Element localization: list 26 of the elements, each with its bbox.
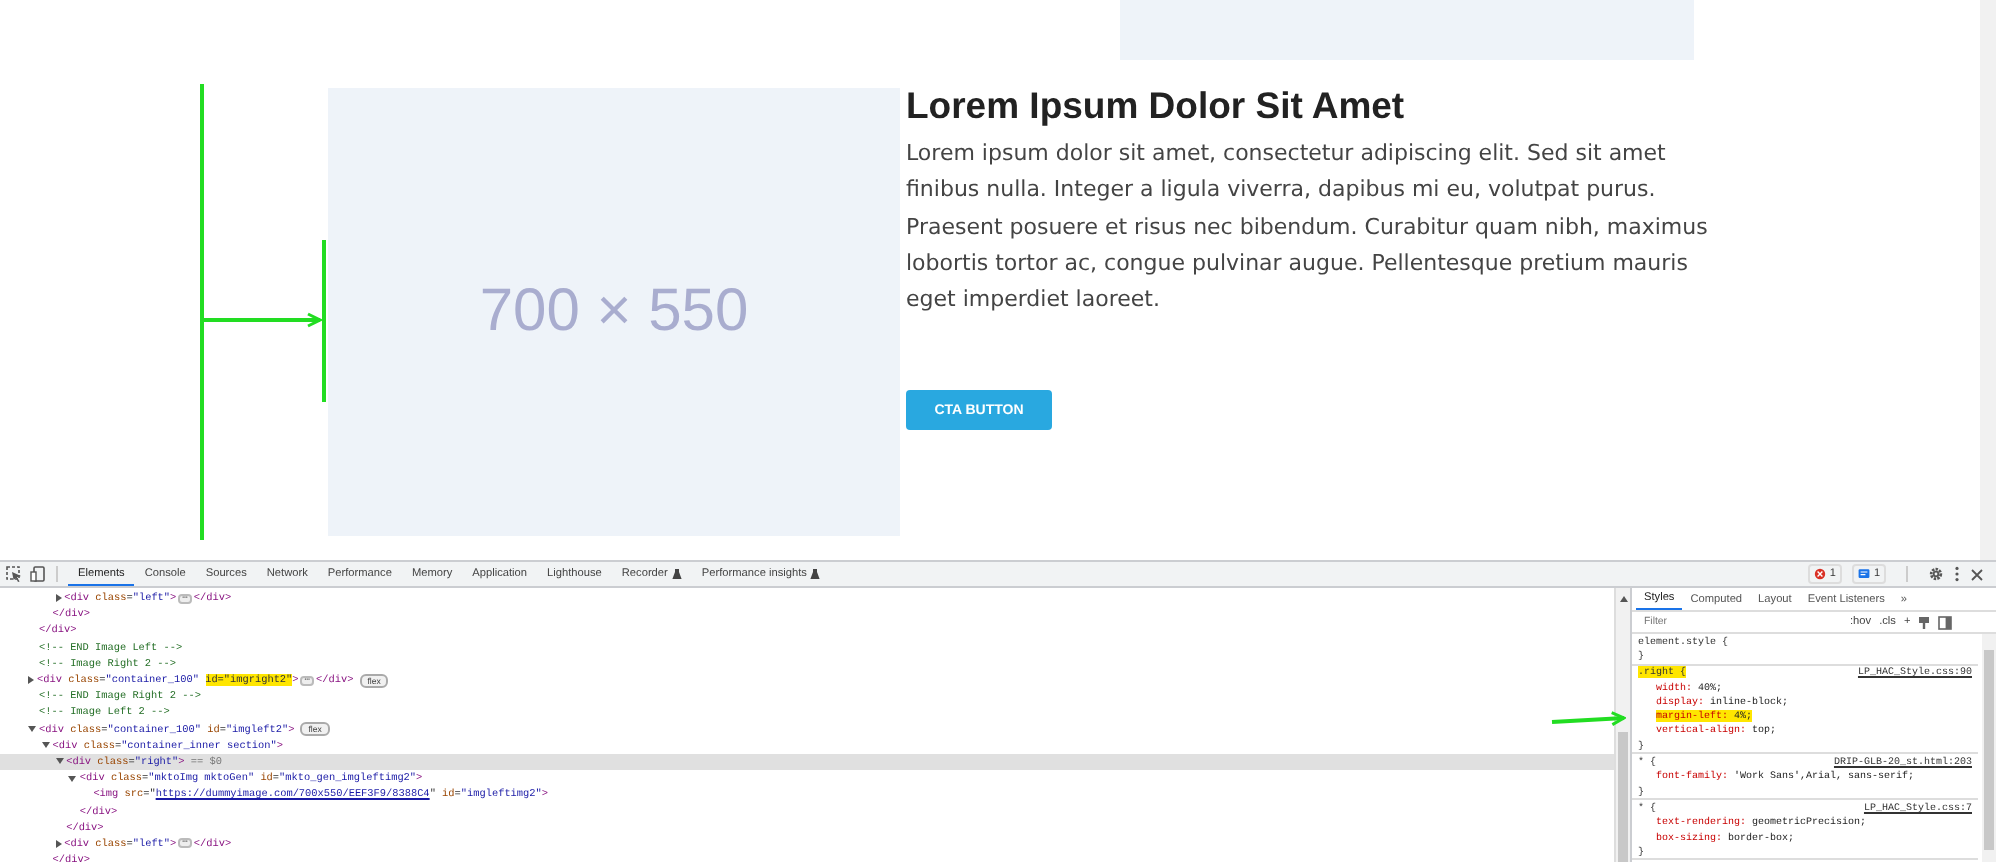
sidebar-icon[interactable] (1938, 615, 1953, 629)
more-options-icon[interactable] (1954, 566, 1960, 582)
inspect-icon[interactable] (6, 566, 22, 582)
paint-icon[interactable] (1918, 615, 1931, 629)
settings-icon[interactable] (1928, 566, 1944, 582)
error-icon[interactable] (1813, 568, 1826, 580)
message-icon[interactable] (1857, 568, 1870, 580)
expand-arrow-icon[interactable] (28, 676, 34, 685)
flask-icon (671, 568, 682, 580)
device-icon[interactable] (30, 566, 46, 582)
collapse-arrow-icon[interactable] (28, 726, 36, 733)
flask-icon (810, 568, 821, 580)
close-icon[interactable] (1970, 567, 1984, 581)
collapse-arrow-icon[interactable] (68, 775, 77, 782)
annotation-arrow (1551, 711, 1626, 727)
scrollbar[interactable] (1614, 588, 1630, 862)
expand-arrow-icon[interactable] (55, 594, 62, 603)
scrollbar[interactable] (1982, 634, 1996, 862)
annotation-arrow (202, 312, 322, 328)
image-size-label: 700 × 550 (479, 278, 749, 346)
collapse-arrow-icon[interactable] (41, 742, 50, 749)
paragraph: Lorem ipsum dolor sit amet, consectetur adipiscing elit. Sed sit amet finibus nulla. Integer a ligula viverra, dapibus mi eu, volutpat purus. Praesent posuere et risus nec bibendum. Curabitur quam nibh, maximus lobortis tortor ac, congue pulvinar augue. Pellentesque pretium mauris eget imperdiet laoreet. (906, 138, 1710, 317)
collapse-arrow-icon[interactable] (55, 758, 64, 765)
expand-arrow-icon[interactable] (55, 839, 62, 848)
scrollbar[interactable] (1980, 0, 1996, 560)
heading: Lorem Ipsum Dolor Sit Amet (906, 86, 1405, 126)
